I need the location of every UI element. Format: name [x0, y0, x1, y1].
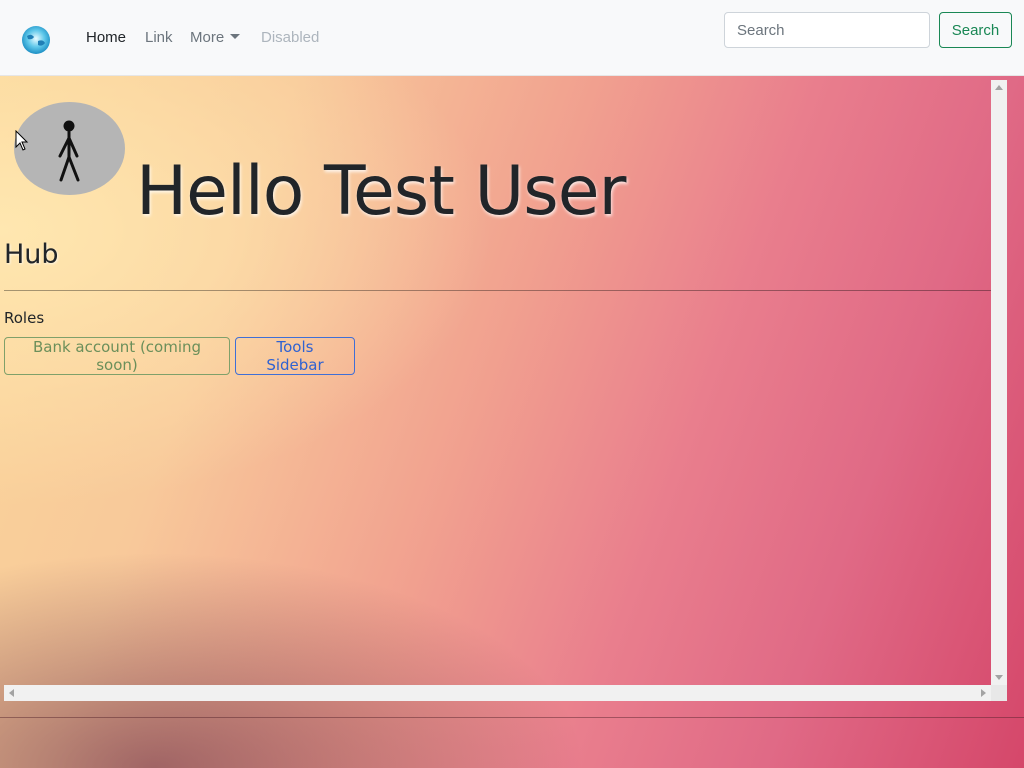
- caret-down-icon: [230, 34, 241, 39]
- footer-divider: [0, 717, 1024, 718]
- avatar: [14, 102, 125, 195]
- scroll-right-icon[interactable]: [981, 689, 986, 697]
- nav-link-link[interactable]: Link: [145, 29, 173, 46]
- tools-sidebar-button[interactable]: Tools Sidebar: [235, 337, 355, 375]
- search-input[interactable]: [724, 12, 930, 48]
- page-title: Hello Test User: [136, 152, 626, 231]
- scrollbar-corner: [991, 685, 1007, 701]
- roles-label: Roles: [4, 309, 45, 327]
- globe-logo-icon[interactable]: [21, 25, 51, 55]
- horizontal-scrollbar[interactable]: [4, 685, 991, 701]
- nav-link-disabled: Disabled: [261, 29, 320, 46]
- search-button[interactable]: Search: [939, 12, 1012, 48]
- nav-dropdown-label: More: [190, 29, 225, 46]
- nav-link-home[interactable]: Home: [86, 29, 126, 46]
- bank-account-button[interactable]: Bank account (coming soon): [4, 337, 230, 375]
- scroll-down-icon[interactable]: [995, 675, 1003, 680]
- divider: [4, 290, 991, 291]
- scroll-up-icon[interactable]: [995, 85, 1003, 90]
- scroll-left-icon[interactable]: [9, 689, 14, 697]
- nav-dropdown-more[interactable]: More: [190, 29, 241, 46]
- mouse-cursor-icon: [15, 130, 29, 151]
- stick-figure-icon: [58, 120, 80, 182]
- vertical-scrollbar[interactable]: [991, 80, 1007, 685]
- top-navbar: Home Link More Disabled Search: [0, 0, 1024, 76]
- hub-content-frame: Hello Test User Hub Roles Bank account (…: [4, 80, 1007, 701]
- section-heading-hub: Hub: [4, 239, 59, 270]
